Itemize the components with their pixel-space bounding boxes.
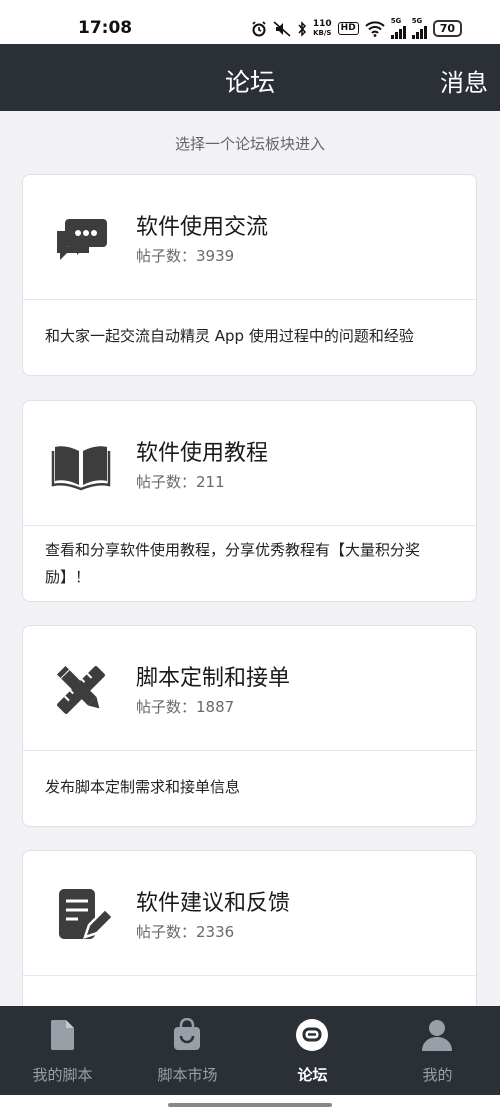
forum-card-software-discussion[interactable]: 软件使用交流 帖子数：3939 和大家一起交流自动精灵 App 使用过程中的问题… [22, 174, 477, 376]
battery-indicator: 70 [432, 20, 462, 37]
chat-bubbles-icon [57, 219, 107, 260]
status-icons: 110 KB/S HD 5G 5G 70 [251, 18, 462, 39]
tab-script-market[interactable]: 脚本市场 [125, 1006, 250, 1095]
forum-card-script-custom[interactable]: 脚本定制和接单 帖子数：1887 发布脚本定制需求和接单信息 [22, 625, 477, 827]
tab-my-scripts[interactable]: 我的脚本 [0, 1006, 125, 1095]
gesture-bar [0, 1095, 500, 1117]
forum-title: 软件使用教程 [136, 441, 269, 466]
forum-description: 和大家一起交流自动精灵 App 使用过程中的问题和经验 [45, 327, 414, 345]
tab-mine[interactable]: 我的 [375, 1006, 500, 1095]
messages-button[interactable]: 消息 [440, 63, 488, 98]
open-book-icon [51, 446, 111, 491]
bottom-tab-bar: 我的脚本 脚本市场 论坛 我的 [0, 1006, 500, 1095]
alarm-icon [252, 20, 266, 36]
signal-1: 5G [390, 18, 406, 39]
forum-card-header: 软件使用交流 帖子数：3939 [23, 175, 476, 300]
person-icon [422, 1020, 452, 1051]
forum-card-software-tutorials[interactable]: 软件使用教程 帖子数：211 查看和分享软件使用教程，分享优秀教程有【大量积分奖… [22, 400, 477, 602]
document-icon [51, 1020, 74, 1050]
edit-note-icon [59, 889, 111, 939]
forum-title: 软件建议和反馈 [136, 891, 291, 916]
forum-card-feedback[interactable]: 软件建议和反馈 帖子数：2336 [22, 850, 477, 1006]
net-speed: 110 KB/S [312, 18, 332, 37]
pencil-ruler-icon [56, 665, 105, 714]
shopping-bag-icon [174, 1018, 200, 1050]
home-indicator[interactable] [168, 1103, 332, 1107]
tab-forum[interactable]: 论坛 [250, 1006, 375, 1095]
forum-card-header: 脚本定制和接单 帖子数：1887 [23, 626, 476, 751]
hd-badge: HD [337, 22, 359, 35]
section-prompt: 选择一个论坛板块进入 [174, 135, 325, 153]
wifi-icon [364, 20, 385, 37]
bluetooth-icon [298, 20, 306, 37]
status-time: 17:08 [78, 18, 133, 38]
signal-bars-icon [411, 25, 427, 39]
tab-label: 脚本市场 [157, 1066, 218, 1084]
forum-description: 查看和分享软件使用教程，分享优秀教程有【大量积分奖励】！ [45, 541, 421, 586]
forum-post-count: 帖子数：2336 [136, 923, 235, 941]
app-bar: 论坛 消息 [0, 44, 500, 111]
mute-icon [273, 20, 291, 37]
forum-post-count: 帖子数：3939 [136, 247, 235, 265]
page-title: 论坛 [224, 68, 275, 97]
status-bar: 17:08 110 KB/S HD 5G 5G 70 [0, 0, 500, 44]
forum-post-count: 帖子数：1887 [136, 698, 235, 716]
forum-card-header: 软件建议和反馈 帖子数：2336 [23, 851, 476, 976]
forum-card-header: 软件使用教程 帖子数：211 [23, 401, 476, 526]
forum-title: 脚本定制和接单 [136, 666, 291, 691]
forum-description: 发布脚本定制需求和接单信息 [45, 778, 241, 796]
signal-bars-icon [390, 25, 406, 39]
tab-label: 论坛 [297, 1066, 328, 1084]
chat-icon [296, 1019, 328, 1051]
forum-list[interactable]: 选择一个论坛板块进入 软件使用交流 帖子数：3939 和大家一起交流自动精灵 A… [0, 111, 500, 1006]
forum-post-count: 帖子数：211 [136, 473, 225, 491]
tab-label: 我的 [422, 1066, 453, 1084]
signal-2: 5G [411, 18, 427, 39]
tab-label: 我的脚本 [32, 1066, 93, 1084]
forum-title: 软件使用交流 [136, 215, 269, 240]
